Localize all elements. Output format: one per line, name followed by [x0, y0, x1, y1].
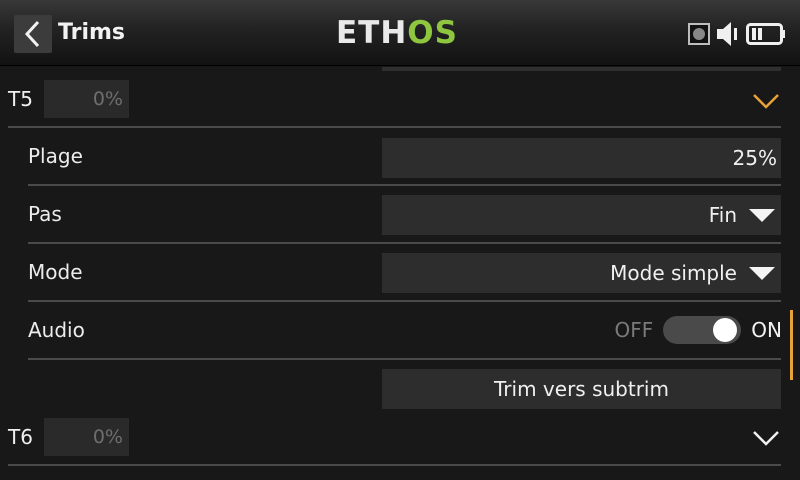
divider: [28, 358, 781, 360]
trim-header-t6[interactable]: T6 0%: [0, 409, 800, 465]
status-icons: [688, 20, 786, 48]
row-range: Plage 25%: [0, 128, 800, 184]
speaker-icon: [717, 22, 737, 46]
battery-icon: [746, 23, 785, 45]
trim-to-subtrim-button[interactable]: Trim vers subtrim: [382, 369, 781, 409]
page-title: Trims: [58, 20, 125, 45]
audio-toggle[interactable]: [663, 316, 742, 344]
row-audio: Audio OFF ON: [0, 302, 800, 358]
chevron-down-icon[interactable]: [752, 428, 780, 448]
trim-label: T5: [8, 87, 33, 111]
logo-os: OS: [407, 15, 458, 51]
ethos-logo: ETHOS: [336, 14, 458, 52]
trim-label: T6: [8, 425, 33, 449]
range-value: 25%: [732, 146, 777, 170]
trim-value: 0%: [44, 80, 129, 118]
header-bar: Trims ETHOS: [0, 0, 800, 66]
audio-toggle-group: OFF ON: [615, 302, 782, 358]
dropdown-arrow-icon: [749, 208, 775, 222]
mode-label: Mode: [28, 260, 83, 284]
row-step: Pas Fin: [0, 186, 800, 242]
trim-value: 0%: [44, 418, 129, 456]
divider: [8, 464, 781, 466]
step-value: Fin: [708, 203, 737, 227]
trims-list: T5 0% Plage 25% Pas Fin Mode Mode simple…: [0, 67, 800, 480]
range-label: Plage: [28, 144, 83, 168]
audio-label: Audio: [28, 318, 85, 342]
sd-card-icon: [688, 23, 710, 45]
dropdown-arrow-icon: [749, 266, 775, 280]
toggle-off-label: OFF: [614, 318, 654, 342]
step-label: Pas: [28, 202, 62, 226]
mode-value: Mode simple: [610, 261, 737, 285]
toggle-knob: [713, 318, 738, 342]
back-icon: [24, 20, 40, 48]
trim-header-t5[interactable]: T5 0%: [0, 71, 800, 127]
mode-select[interactable]: Mode simple: [382, 253, 781, 293]
logo-eth: ETH: [336, 15, 408, 51]
step-select[interactable]: Fin: [382, 195, 781, 235]
toggle-on-label: ON: [751, 318, 782, 342]
range-field[interactable]: 25%: [382, 138, 781, 178]
row-mode: Mode Mode simple: [0, 244, 800, 300]
chevron-down-icon[interactable]: [752, 91, 780, 111]
scrollbar[interactable]: [790, 310, 793, 380]
back-button[interactable]: [14, 15, 52, 53]
